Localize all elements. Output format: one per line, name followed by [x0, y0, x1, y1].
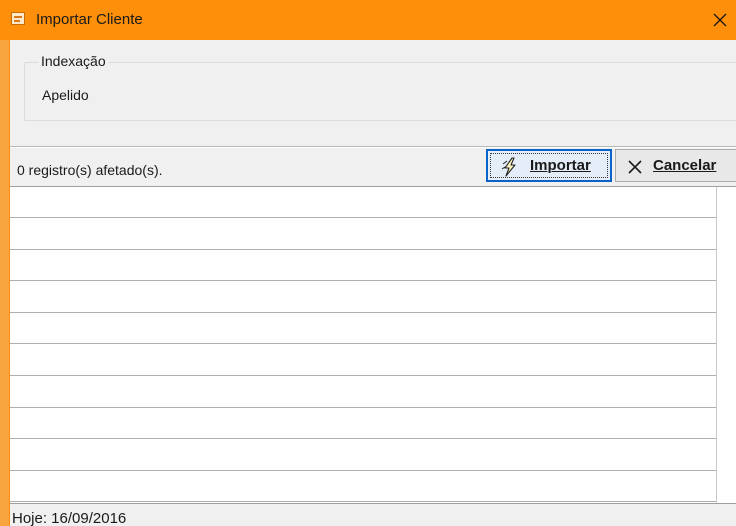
cancel-button[interactable]: Cancelar	[615, 149, 736, 182]
indexacao-group	[24, 62, 736, 121]
records-grid[interactable]	[10, 187, 717, 503]
x-icon	[627, 159, 643, 179]
app-icon	[11, 12, 25, 25]
import-button[interactable]: Importar	[486, 149, 612, 182]
close-button[interactable]	[706, 6, 734, 34]
import-client-window: Importar Cliente Indexação Apelido 0 reg…	[0, 0, 736, 526]
title-bar[interactable]: Importar Cliente	[0, 0, 736, 40]
table-row[interactable]	[10, 471, 716, 503]
table-row[interactable]	[10, 440, 716, 471]
table-row[interactable]	[10, 187, 716, 218]
table-row[interactable]	[10, 377, 716, 408]
table-row[interactable]	[10, 250, 716, 282]
table-row[interactable]	[10, 345, 716, 376]
indexacao-legend: Indexação	[38, 52, 109, 70]
grid-empty-area	[717, 187, 736, 503]
today-date: Hoje: 16/09/2016	[12, 510, 127, 526]
window-title: Importar Cliente	[36, 11, 143, 28]
table-row[interactable]	[10, 282, 716, 313]
import-button-label: Importar	[530, 157, 591, 174]
table-row[interactable]	[10, 313, 716, 345]
indexacao-value: Apelido	[42, 87, 89, 103]
table-row[interactable]	[10, 408, 716, 440]
cancel-button-label: Cancelar	[653, 157, 717, 174]
table-row[interactable]	[10, 219, 716, 250]
lightning-icon	[500, 157, 520, 181]
close-icon	[713, 13, 727, 27]
records-affected-label: 0 registro(s) afetado(s).	[17, 162, 163, 178]
